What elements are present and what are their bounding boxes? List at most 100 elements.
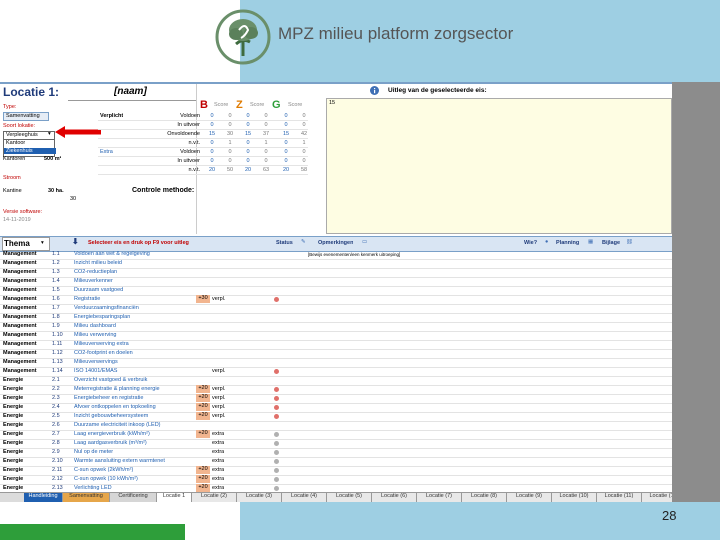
- row-description[interactable]: Nul op de meter: [74, 449, 194, 455]
- sheet-tab[interactable]: Certificering: [110, 493, 157, 502]
- col-b: B: [200, 99, 208, 111]
- uitleg-number: 15: [329, 100, 336, 106]
- side-ha: 30 ha.: [48, 188, 64, 194]
- dropdown-option[interactable]: Kantoor: [6, 140, 25, 146]
- row-description[interactable]: Duurzame electriciteit inkoop (LED): [74, 422, 194, 428]
- row-description[interactable]: Laag energieverbruik (kWh/m²): [74, 431, 194, 437]
- score-label: In uitvoer: [177, 158, 200, 164]
- chevron-down-icon[interactable]: ▾: [48, 131, 51, 137]
- row-description[interactable]: Energiebesparingsplan: [74, 314, 194, 320]
- row-description[interactable]: Milieuverwervings: [74, 359, 194, 365]
- status-dot[interactable]: [274, 477, 279, 482]
- row-line: [98, 147, 308, 148]
- sheet-tab[interactable]: Locatie (7): [417, 493, 462, 502]
- row-description[interactable]: Verlichting LED: [74, 485, 194, 491]
- status-dot[interactable]: [274, 432, 279, 437]
- sheet-tab[interactable]: Locatie (9): [507, 493, 552, 502]
- spreadsheet[interactable]: Locatie 1: [naam] Type: Samenvatting Soo…: [0, 82, 672, 502]
- row-thema: Energie: [3, 413, 24, 419]
- row-thema: Management: [3, 287, 37, 293]
- row-description[interactable]: Inzicht milieu beleid: [74, 260, 194, 266]
- sheet-tab[interactable]: Locatie (10): [552, 493, 597, 502]
- row-number: 2.10: [52, 458, 63, 464]
- status-dot[interactable]: [274, 297, 279, 302]
- row-description[interactable]: Duurzaam vastgoed: [74, 287, 194, 293]
- row-description[interactable]: Milieuverkenner: [74, 278, 194, 284]
- row-description[interactable]: C-sun opwek (10 kWh/m²): [74, 476, 194, 482]
- row-description[interactable]: ISO 14001/EMAS: [74, 368, 194, 374]
- sheet-tabs: Handleiding Samenvatting Certificering Loca…: [24, 493, 672, 502]
- row-description[interactable]: Energiebeheer en registratie: [74, 395, 194, 401]
- status-dot[interactable]: [274, 441, 279, 446]
- location-name-cell[interactable]: [naam]: [68, 86, 196, 101]
- sheet-tab[interactable]: Locatie 1: [157, 493, 192, 502]
- comment-icon[interactable]: ▭: [362, 239, 367, 245]
- score-value: 1: [302, 140, 306, 146]
- score-value: 63: [262, 167, 270, 173]
- row-description[interactable]: C-sun opwek (2kWh/m²): [74, 467, 194, 473]
- row-number: 1.2: [52, 260, 60, 266]
- score-value: 0: [264, 113, 268, 119]
- row-number: 2.2: [52, 386, 60, 392]
- sheet-tab[interactable]: Handleiding: [24, 493, 63, 502]
- filter-dropdown-icon[interactable]: ▾: [41, 240, 44, 246]
- row-type: extra: [212, 431, 225, 437]
- right-gray-area: [672, 82, 720, 502]
- type-select[interactable]: Samenvatting: [3, 112, 49, 121]
- sheet-tab[interactable]: Locatie (12): [642, 493, 672, 502]
- row-description[interactable]: Registratie: [74, 296, 194, 302]
- row-description[interactable]: Warmte aansluiting extern warmtenet: [74, 458, 194, 464]
- sheet-tab[interactable]: Locatie (8): [462, 493, 507, 502]
- row-description[interactable]: Verduurzaamingsfinanciën: [74, 305, 194, 311]
- status-dot[interactable]: [274, 486, 279, 491]
- row-thema: Management: [3, 314, 37, 320]
- sheet-tab[interactable]: Locatie (2): [192, 493, 237, 502]
- selectie-header: Selecteer eis en druk op F9 voor uitleg: [88, 240, 189, 246]
- row-description[interactable]: Voldoen aan wet & regelgeving: [74, 251, 194, 257]
- status-dot[interactable]: [274, 387, 279, 392]
- row-description[interactable]: Milieu verwerving: [74, 332, 194, 338]
- sheet-tab[interactable]: Locatie (3): [237, 493, 282, 502]
- row-description[interactable]: Inzicht gebouwbeheersysteem: [74, 413, 194, 419]
- row-description[interactable]: CO2-reductieplan: [74, 269, 194, 275]
- row-type: verpl.: [212, 404, 226, 410]
- status-dot[interactable]: [274, 450, 279, 455]
- sheet-tab[interactable]: Locatie (5): [327, 493, 372, 502]
- sheet-tab[interactable]: Locatie (11): [597, 493, 642, 502]
- status-dot[interactable]: [274, 396, 279, 401]
- thema-filter[interactable]: Thema ▾: [2, 237, 50, 251]
- row-description[interactable]: CO2-footprint en doelen: [74, 350, 194, 356]
- opmerkingen-header: Opmerkingen: [318, 240, 354, 246]
- score-value: 0: [246, 158, 250, 164]
- score-table: Verplicht Voldoen 0 0 0 0 0 0 In uitvoer 0 0 0 0 0 0 On…: [98, 112, 308, 178]
- edit-icon[interactable]: ✎: [301, 239, 306, 245]
- dropdown-option-selected[interactable]: Ziekenhuis: [4, 148, 56, 154]
- info-icon[interactable]: [370, 86, 379, 95]
- row-thema: Energie: [3, 377, 24, 383]
- sheet-tab[interactable]: Locatie (4): [282, 493, 327, 502]
- row-description[interactable]: Laag aardgasverbruik (m³/m²): [74, 440, 194, 446]
- sheet-tab[interactable]: Locatie (6): [372, 493, 417, 502]
- row-description[interactable]: Afvoer ontkoppelen en topkoeling: [74, 404, 194, 410]
- score-value: 0: [284, 149, 288, 155]
- score-value: 0: [210, 158, 214, 164]
- row-description[interactable]: Milieuverwerving extra: [74, 341, 194, 347]
- person-icon[interactable]: ●: [545, 239, 548, 245]
- row-description[interactable]: Meterregistratie & planning energie: [74, 386, 194, 392]
- sheet-tab[interactable]: Samenvatting: [63, 493, 110, 502]
- dropdown-list[interactable]: Kantoor Ziekenhuis: [3, 139, 56, 157]
- status-dot[interactable]: [274, 459, 279, 464]
- row-description[interactable]: Milieu dashboard: [74, 323, 194, 329]
- row-description[interactable]: Overzicht vastgoed & verbruik: [74, 377, 194, 383]
- status-dot[interactable]: [274, 369, 279, 374]
- row-number: 1.1: [52, 251, 60, 257]
- status-dot[interactable]: [274, 414, 279, 419]
- calendar-icon[interactable]: ▦: [588, 239, 593, 245]
- status-dot[interactable]: [274, 405, 279, 410]
- row-number: 2.5: [52, 413, 60, 419]
- uitleg-textbox[interactable]: 15: [326, 98, 672, 234]
- attachment-icon[interactable]: ⛓: [626, 239, 633, 245]
- status-dot[interactable]: [274, 468, 279, 473]
- row-number: 2.8: [52, 440, 60, 446]
- side-m2: 500 m²: [44, 156, 62, 162]
